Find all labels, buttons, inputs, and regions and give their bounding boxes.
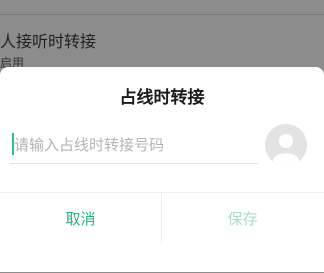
phone-number-field-wrapper	[10, 127, 262, 164]
contact-avatar-icon	[265, 124, 307, 166]
call-forward-busy-dialog: 占线时转接 取消 保存	[0, 67, 324, 272]
background-row-title: 人接听时转接	[0, 32, 97, 51]
background-divider	[0, 14, 324, 15]
contact-picker-button[interactable]	[265, 124, 307, 166]
save-button[interactable]: 保存	[162, 193, 323, 243]
cancel-button[interactable]: 取消	[0, 193, 162, 243]
dialog-actions: 取消 保存	[0, 192, 324, 273]
dialog-title: 占线时转接	[119, 88, 205, 108]
text-cursor	[12, 133, 14, 155]
phone-number-input[interactable]	[10, 127, 262, 163]
